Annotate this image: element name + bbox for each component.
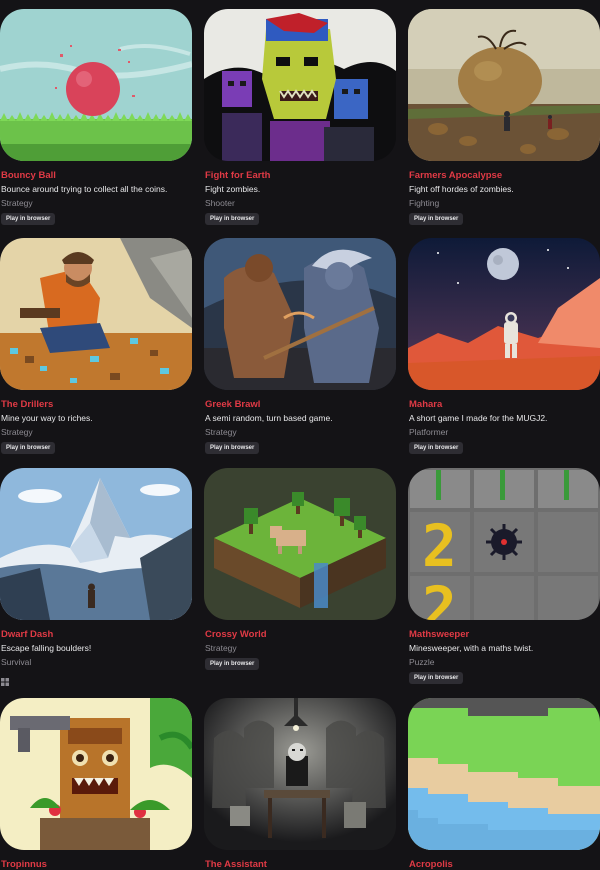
game-description: Fight off hordes of zombies. (409, 184, 514, 194)
game-genre: Strategy (1, 198, 33, 208)
game-title[interactable]: Farmers Apocalypse (409, 170, 502, 181)
game-genre: Platformer (409, 427, 449, 437)
game-title[interactable]: Greek Brawl (205, 399, 260, 410)
game-title[interactable]: The Drillers (1, 399, 53, 410)
game-genre: Strategy (205, 427, 237, 437)
mine-icon (486, 524, 522, 560)
game-title[interactable]: Tropinnus (1, 859, 47, 870)
thumbnail-tropinnus[interactable] (0, 698, 192, 850)
play-in-browser-badge: Play in browser (1, 442, 56, 454)
thumbnail-mahara[interactable] (408, 238, 600, 390)
game-title[interactable]: Mahara (409, 399, 442, 410)
game-description: Fight zombies. (205, 184, 261, 194)
thumbnail-mathsweeper[interactable]: 2 2 (408, 468, 600, 620)
game-genre: Strategy (205, 643, 237, 653)
game-genre: Shooter (205, 198, 235, 208)
game-description: Mine your way to riches. (1, 413, 93, 423)
game-description: A semi random, turn based game. (205, 413, 333, 423)
play-in-browser-badge: Play in browser (409, 672, 464, 684)
thumbnail-the-drillers[interactable] (0, 238, 192, 390)
play-in-browser-badge: Play in browser (409, 442, 464, 454)
game-title[interactable]: Acropolis (409, 859, 453, 870)
game-title[interactable]: Crossy World (205, 629, 267, 640)
tile-number: 2 (422, 512, 457, 580)
game-title[interactable]: Dwarf Dash (1, 629, 53, 640)
game-title[interactable]: Bouncy Ball (1, 170, 56, 181)
thumbnail-greek-brawl[interactable] (204, 238, 396, 390)
thumbnail-fight-for-earth[interactable] (204, 9, 396, 161)
play-in-browser-badge: Play in browser (409, 213, 464, 225)
game-description: Bounce around trying to collect all the … (1, 184, 168, 194)
thumbnail-farmers-apocalypse[interactable] (408, 9, 600, 161)
thumbnail-dwarf-dash[interactable] (0, 468, 192, 620)
tile-number: 2 (422, 574, 457, 620)
play-in-browser-badge: Play in browser (205, 213, 260, 225)
play-in-browser-badge: Play in browser (205, 658, 260, 670)
thumbnail-the-assistant[interactable] (204, 698, 396, 850)
game-title[interactable]: Mathsweeper (409, 629, 469, 640)
windows-icon (1, 673, 9, 686)
game-title[interactable]: Fight for Earth (205, 170, 270, 181)
thumbnail-bouncy-ball[interactable] (0, 9, 192, 161)
play-in-browser-badge: Play in browser (1, 213, 56, 225)
play-in-browser-badge: Play in browser (205, 442, 260, 454)
game-description: A short game I made for the MUGJ2. (409, 413, 548, 423)
game-description: Minesweeper, with a maths twist. (409, 643, 534, 653)
thumbnail-crossy-world[interactable] (204, 468, 396, 620)
game-title[interactable]: The Assistant (205, 859, 267, 870)
game-genre: Survival (1, 657, 32, 667)
thumbnail-acropolis[interactable] (408, 698, 600, 850)
game-genre: Strategy (1, 427, 33, 437)
game-genre: Fighting (409, 198, 440, 208)
game-genre: Puzzle (409, 657, 435, 667)
game-description: Escape falling boulders! (1, 643, 92, 653)
